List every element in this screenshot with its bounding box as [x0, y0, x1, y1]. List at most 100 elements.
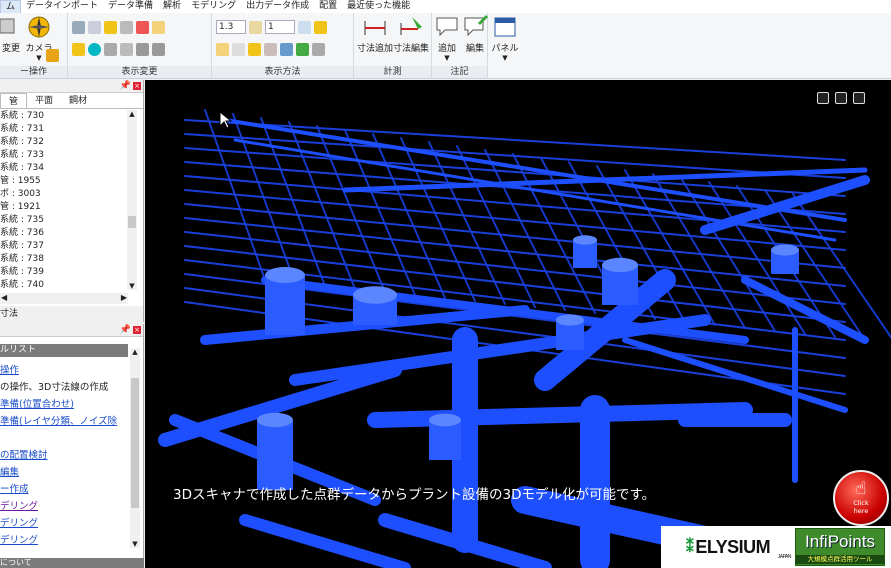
menu-item-output[interactable]: 出力データ作成 [241, 0, 314, 13]
tree-row[interactable]: 系統 : 736 [0, 227, 128, 240]
menu-item-home[interactable]: ム [0, 0, 22, 14]
pipe-segment [239, 514, 411, 568]
clip-icon[interactable] [104, 42, 117, 56]
tree-row[interactable]: 系統 : 733 [0, 149, 128, 162]
tree-icon[interactable] [296, 42, 309, 56]
tutorial-item[interactable]: ー作成 [0, 484, 29, 495]
annotation-edit-button[interactable]: 編集 [456, 15, 494, 65]
color-box-icon[interactable] [72, 42, 85, 56]
tutorial-list-item: 操作 [0, 362, 128, 379]
tree-row[interactable]: 系統 : 730 [0, 110, 128, 123]
panel-button[interactable]: パネル ▼ [490, 15, 520, 65]
cube-icon[interactable] [152, 20, 165, 34]
ribbon-group-annotation: 追加 ▼ 編集 注記 [432, 13, 488, 79]
scroll-thumb[interactable] [128, 216, 136, 228]
3d-viewport[interactable]: 3Dスキャナで作成した点群データからプラント設備の3Dモデル化が可能です。 ☝ … [145, 80, 891, 568]
scroll-up-icon[interactable]: ▲ [127, 110, 137, 118]
tree-row[interactable]: ポ : 3003 [0, 188, 128, 201]
fit-view-icon[interactable] [835, 92, 847, 104]
scroll-down-icon[interactable]: ▼ [130, 540, 140, 548]
rotate-view-icon[interactable] [817, 92, 829, 104]
point-cloud-icon[interactable] [72, 20, 85, 34]
infipoints-logo: InfiPoints 大規模点群活用ツール [795, 528, 885, 566]
pin-icon[interactable]: 📌 [120, 325, 131, 335]
menu-item-analysis[interactable]: 解析 [158, 0, 186, 13]
click-here-button[interactable]: ☝ Click here [833, 470, 889, 526]
tree-row[interactable]: 系統 : 739 [0, 266, 128, 279]
camera-compass-icon [26, 15, 52, 39]
tree-row[interactable]: 管 : 1921 [0, 201, 128, 214]
menu-item-layout[interactable]: 配置 [314, 0, 342, 13]
box-icon[interactable] [216, 42, 229, 56]
scroll-thumb[interactable] [131, 378, 139, 508]
shade-icon[interactable] [248, 42, 261, 56]
tree-row[interactable]: 系統 : 731 [0, 123, 128, 136]
tab-steel[interactable]: 鋼材 [61, 93, 95, 108]
dimension-edit-button[interactable]: 寸法編集 [392, 15, 430, 65]
close-icon[interactable]: × [133, 326, 141, 334]
tutorial-list-item: ー作成 [0, 481, 128, 498]
tank-body [257, 420, 293, 490]
scroll-right-icon[interactable]: ▶ [121, 293, 127, 302]
tank-top [602, 257, 638, 273]
render-mode-icon[interactable] [298, 20, 311, 34]
zoom-area-icon[interactable] [46, 48, 59, 62]
count-combo[interactable]: 1 [265, 20, 295, 34]
arrow-icon[interactable] [136, 20, 149, 34]
tutorial-list-item: の配置検討 [0, 447, 128, 464]
tree-row[interactable]: 系統 : 740 [0, 279, 128, 290]
tree-row[interactable]: 管 : 1955 [0, 175, 128, 188]
orientation-icon[interactable] [853, 92, 865, 104]
tree-panel-titlebar: 📌 × [0, 80, 143, 93]
cylinder-icon[interactable] [104, 20, 117, 34]
tree-row[interactable]: 系統 : 732 [0, 136, 128, 149]
menu-item-modeling[interactable]: モデリング [186, 0, 241, 13]
menu-item-data-prep[interactable]: データ準備 [103, 0, 158, 13]
wire-icon[interactable] [232, 42, 245, 56]
color-sphere-icon[interactable] [88, 42, 101, 56]
tutorial-item[interactable]: デリング [0, 501, 38, 512]
tutorial-item[interactable]: 準備(位置合わせ) [0, 399, 74, 410]
infipoints-logo-text: InfiPoints [805, 532, 875, 551]
tree-row[interactable]: 系統 : 737 [0, 240, 128, 253]
filter-icon[interactable] [312, 42, 325, 56]
tutorial-item[interactable]: 編集 [0, 467, 19, 478]
scroll-down-icon[interactable]: ▼ [127, 282, 137, 290]
tutorial-item[interactable]: の配置検討 [0, 450, 48, 461]
tutorial-list-item: 準備(レイヤ分類、ノイズ除 [0, 413, 128, 430]
tree-panel-bottom-tab: 寸法 [0, 306, 144, 322]
menu-item-data-import[interactable]: データインポート [21, 0, 103, 13]
tab-dimension[interactable]: 寸法 [0, 309, 18, 319]
tree-vertical-scrollbar[interactable]: ▲ ▼ [127, 110, 137, 290]
scroll-left-icon[interactable]: ◀ [1, 293, 7, 302]
settings-icon[interactable] [136, 42, 149, 56]
grid-icon[interactable] [249, 20, 262, 34]
light-icon[interactable] [314, 20, 327, 34]
scale-combo[interactable]: 1.3 [216, 20, 246, 34]
scroll-up-icon[interactable]: ▲ [130, 348, 140, 356]
tutorial-list-item: デリング [0, 532, 128, 549]
tutorial-item[interactable]: 準備(レイヤ分類、ノイズ除 [0, 416, 117, 427]
tutorial-list: 操作 の操作、3D寸法線の作成 準備(位置合わせ) 準備(レイヤ分類、ノイズ除 の配置検… [0, 362, 128, 549]
tab-plane[interactable]: 平面 [27, 93, 61, 108]
layer-icon[interactable] [152, 42, 165, 56]
tree-row[interactable]: 系統 : 735 [0, 214, 128, 227]
tutorial-scrollbar[interactable]: ▲ ▼ [130, 348, 140, 548]
dimension-add-button[interactable]: 寸法追加 [356, 15, 394, 65]
shape-icon[interactable] [280, 42, 293, 56]
tree-row[interactable]: 系統 : 734 [0, 162, 128, 175]
tab-pipe[interactable]: 管 [0, 93, 28, 108]
mesh-icon[interactable] [88, 20, 101, 34]
tree-horizontal-scrollbar[interactable]: ◀ ▶ [0, 293, 128, 304]
tutorial-item[interactable]: デリング [0, 518, 38, 529]
pin-icon[interactable]: 📌 [120, 81, 131, 91]
camera-shot-icon[interactable] [120, 42, 133, 56]
close-icon[interactable]: × [133, 82, 141, 90]
tree-row[interactable]: 系統 : 738 [0, 253, 128, 266]
vs-icon[interactable] [264, 42, 277, 56]
menu-item-recent[interactable]: 最近使った機能 [342, 0, 415, 13]
tutorial-item[interactable]: デリング [0, 535, 38, 546]
tutorial-item[interactable]: 操作 [0, 365, 19, 376]
tank-top [429, 413, 461, 427]
plane-icon[interactable] [120, 20, 133, 34]
